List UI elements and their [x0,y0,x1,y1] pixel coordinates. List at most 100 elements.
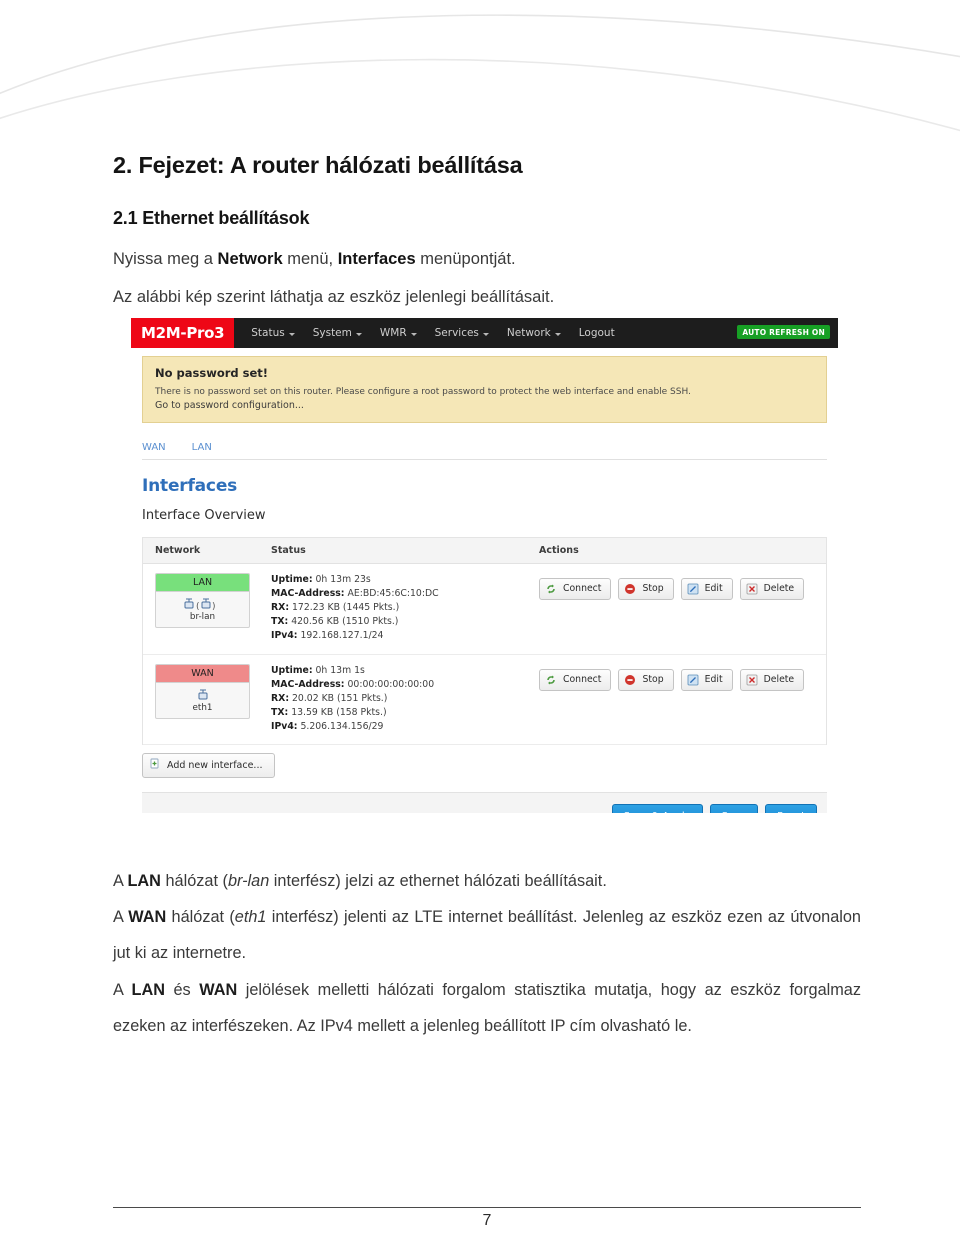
actions-cell-lan: Connect Stop Edit Delete [539,573,826,600]
p1-pre: A [113,872,128,890]
status-value: 172.23 KB (1445 Pkts.) [289,602,400,614]
status-key: IPv4: [271,630,298,642]
stop-button[interactable]: Stop [618,668,674,691]
status-value: 00:00:00:00:00:00 [344,678,435,690]
edit-icon [687,674,699,686]
status-value: 0h 13m 23s [312,573,371,585]
column-header-network: Network [155,544,201,556]
add-interface-row: Add new interface... [142,753,827,779]
nav-item-status[interactable]: Status [242,318,303,348]
action-button-group: Connect Stop Edit Delete [539,664,826,691]
table-row: WAN eth1 Uptime: 0h 13m 1s MAC-Address: … [143,654,826,746]
warning-title: No password set! [155,366,269,380]
interface-overview-title: Interface Overview [142,507,266,523]
p1-bold-lan: LAN [127,872,161,890]
page-content: 2. Fejezet: A router hálózati beállítása… [0,0,960,1258]
intro-bold-interfaces: Interfaces [337,250,416,268]
interface-badge-wan[interactable]: WAN eth1 [155,663,250,720]
status-line-tx: TX: 420.56 KB (1510 Pkts.) [271,615,539,629]
nav-item-system-label: System [312,327,352,339]
column-header-actions: Actions [539,544,579,556]
status-line-ipv4: IPv4: 5.206.134.156/29 [271,720,539,734]
status-key: IPv4: [271,721,298,733]
auto-refresh-badge[interactable]: AUTO REFRESH ON [737,325,830,339]
interface-badge-lan[interactable]: LAN () br-lan [155,572,250,629]
table-row: LAN () br-lan Uptime: 0h 13m 23s MAC-Ad… [143,563,826,655]
delete-button-label: Delete [763,583,795,595]
nav-item-system[interactable]: System [304,318,371,348]
router-logo: M2M-Pro3 [131,318,235,348]
connect-icon [545,674,557,686]
network-cell-lan: LAN () br-lan [143,572,271,629]
no-password-warning-banner: No password set! There is no password se… [142,356,827,423]
edit-button-label: Edit [704,674,723,686]
router-nav-menu: Status System WMR Services Network Logou… [242,318,623,348]
footer-divider [113,1207,861,1208]
status-value: 0h 13m 1s [312,664,365,676]
page-number: 7 [482,1212,492,1229]
nav-item-wmr-label: WMR [379,327,407,339]
stop-button[interactable]: Stop [618,577,674,600]
add-page-icon [149,758,161,773]
status-line-mac: MAC-Address: AE:BD:45:6C:10:DC [271,587,539,601]
p3-pre: A [113,981,132,999]
nav-item-logout[interactable]: Logout [570,318,624,348]
page-title: 2. Fejezet: A router hálózati beállítása [113,152,523,178]
p3-mid: és [164,981,200,999]
tab-wan[interactable]: WAN [142,442,166,453]
p1-post: interfész) jelzi az ethernet hálózati be… [269,872,607,890]
column-header-status: Status [271,544,306,556]
warning-message: There is no password set on this router.… [155,387,691,397]
reset-button[interactable]: Reset [765,804,817,813]
add-new-interface-button[interactable]: Add new interface... [142,753,275,779]
tab-lan[interactable]: LAN [192,442,212,453]
ethernet-icon [184,598,193,609]
interface-icons-lan: ( ) [156,592,249,612]
delete-button[interactable]: Delete [739,577,805,600]
connect-button[interactable]: Connect [539,668,612,691]
interface-overview-table: Network Status Actions LAN () br-lan Up… [142,536,827,746]
chevron-down-icon [288,332,295,336]
nav-item-wmr[interactable]: WMR [371,318,426,348]
intro-bold-network: Network [217,250,283,268]
password-configuration-link[interactable]: Go to password configuration... [155,400,814,411]
svg-text:(: ( [196,602,200,612]
actions-cell-wan: Connect Stop Edit Delete [539,664,826,691]
connect-button[interactable]: Connect [539,577,612,600]
intro-text-mid: menü, [282,250,338,268]
p2-mid: hálózat ( [166,908,235,926]
action-button-group: Connect Stop Edit Delete [539,573,826,600]
body-paragraph-lan: A LAN hálózat (br-lan interfész) jelzi a… [113,864,861,900]
edit-button[interactable]: Edit [680,577,733,600]
body-paragraph-traffic-stats: A LAN és WAN jelölések melletti hálózati… [113,973,861,1044]
nav-item-services-label: Services [434,327,479,339]
nav-item-services[interactable]: Services [426,318,498,348]
edit-button-label: Edit [704,583,723,595]
p1-italic-brlan: br-lan [227,872,270,890]
edit-button[interactable]: Edit [680,668,733,691]
table-header-row: Network Status Actions [143,537,826,564]
p2-pre: A [113,908,129,926]
status-key: RX: [271,602,290,614]
status-key: TX: [271,616,289,628]
interface-name-wan: eth1 [192,703,213,714]
delete-button[interactable]: Delete [739,668,805,691]
nav-item-network[interactable]: Network [498,318,570,348]
status-key: RX: [271,692,290,704]
status-value: 5.206.134.156/29 [297,721,384,733]
section-heading: 2.1 Ethernet beállítások [113,208,310,228]
status-value: 20.02 KB (151 Pkts.) [289,692,388,704]
status-key: MAC-Address: [271,678,345,690]
intro-paragraph-line-2: Az alábbi kép szerint láthatja az eszköz… [113,288,555,306]
interface-badge-label: LAN [156,573,249,593]
status-key: Uptime: [271,664,313,676]
connect-icon [545,583,557,595]
p1-mid: hálózat ( [160,872,228,890]
body-paragraph-wan: A WAN hálózat (eth1 interfész) jelenti a… [113,900,861,971]
chevron-down-icon [482,332,489,336]
save-button[interactable]: Save [709,804,759,813]
save-and-apply-button[interactable]: Save & Apply [611,804,703,813]
chevron-down-icon [410,332,417,336]
nav-item-logout-label: Logout [578,327,615,339]
interface-tabs: WAN LAN [142,442,827,460]
